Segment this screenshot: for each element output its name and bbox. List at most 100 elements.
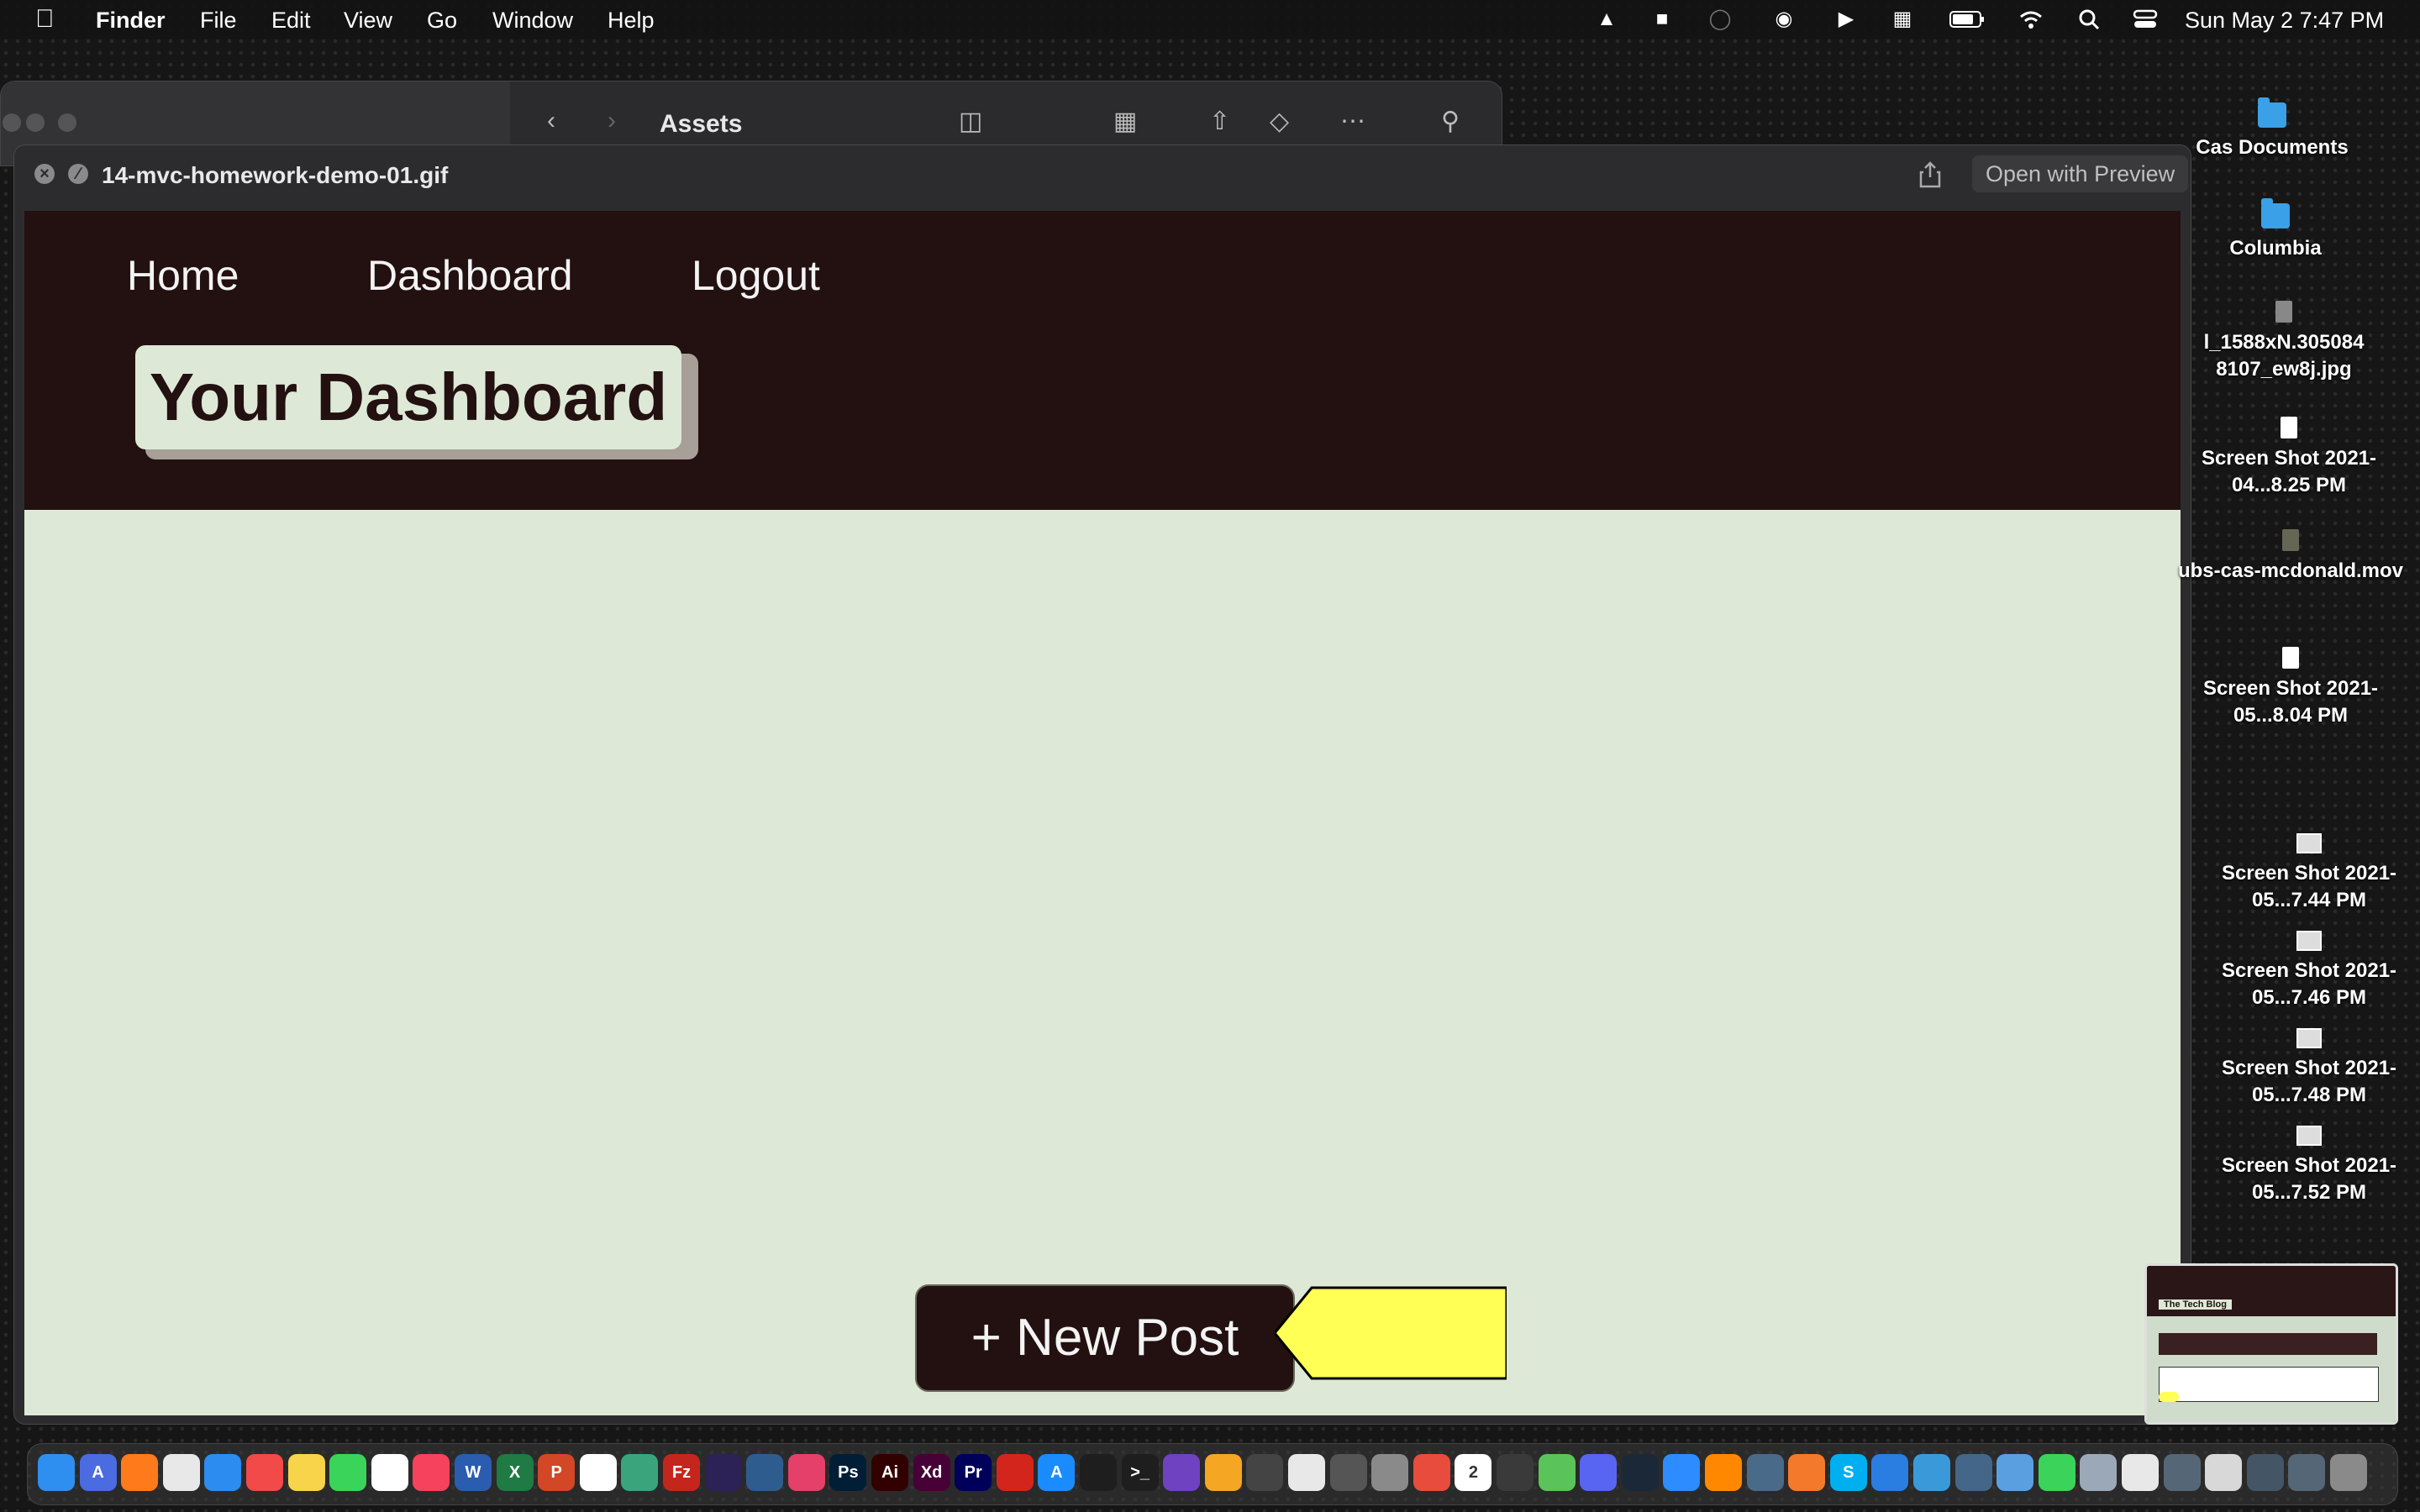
discord-icon[interactable] <box>1580 1454 1618 1491</box>
creative-cloud-status-icon[interactable]: ◯ <box>1707 8 1733 30</box>
unity-icon[interactable] <box>1288 1454 1325 1491</box>
vlc-status-icon[interactable]: ▲ <box>1594 8 1619 30</box>
menu-edit[interactable]: Edit <box>271 8 311 34</box>
firefox-icon[interactable] <box>121 1454 159 1491</box>
control-center-icon[interactable] <box>2133 8 2158 30</box>
zoom-meeting-icon[interactable] <box>1954 1454 1992 1491</box>
menu-app-name[interactable]: Finder <box>96 8 166 34</box>
desktop-item[interactable]: Screen Shot 2021-05...7.46 PM <box>2191 931 2420 1011</box>
search-icon[interactable] <box>2077 8 2102 30</box>
fullscreen-icon[interactable]: ∕ <box>68 164 88 184</box>
premiere-icon[interactable]: Pr <box>955 1454 992 1491</box>
recent-stack-icon[interactable] <box>2288 1454 2326 1491</box>
desktop-item[interactable]: Cas Documents <box>2154 97 2390 161</box>
mosaic-icon[interactable] <box>1246 1454 1284 1491</box>
reminders-icon[interactable] <box>1413 1454 1450 1491</box>
illustrator-icon[interactable]: Ai <box>871 1454 908 1491</box>
nav-dashboard-link[interactable]: Dashboard <box>367 251 573 300</box>
blender-icon[interactable] <box>1788 1454 1826 1491</box>
app-store-icon[interactable]: A <box>1038 1454 1076 1491</box>
close-window-button[interactable] <box>3 113 21 132</box>
screenshot-thumbnail[interactable]: The Tech Blog <box>2144 1263 2398 1425</box>
creative-cloud-icon[interactable] <box>787 1454 825 1491</box>
desktop-item[interactable]: Screen Shot 2021-05...8.04 PM <box>2173 647 2408 729</box>
maps-icon[interactable] <box>1538 1454 1576 1491</box>
zoom-status-icon[interactable]: ■ <box>1649 8 1675 30</box>
slack-icon[interactable] <box>371 1454 408 1491</box>
netnewswire-icon[interactable] <box>1913 1454 1950 1491</box>
messages-icon[interactable] <box>329 1454 367 1491</box>
word-icon[interactable]: W <box>455 1454 492 1491</box>
xd-icon[interactable]: Xd <box>913 1454 950 1491</box>
nav-home-link[interactable]: Home <box>127 251 239 300</box>
chrome-icon[interactable] <box>162 1454 200 1491</box>
tableau-icon[interactable] <box>579 1454 617 1491</box>
photoshop-icon[interactable]: Ps <box>829 1454 867 1491</box>
back-icon[interactable]: ‹ <box>547 107 555 135</box>
new-post-button[interactable]: + New Post <box>915 1284 1295 1392</box>
desktop-item[interactable]: Screen Shot 2021-05...7.52 PM <box>2191 1126 2420 1206</box>
column-view-icon[interactable]: ◫ <box>959 107 982 136</box>
news-icon[interactable] <box>246 1454 283 1491</box>
chatgpt-icon[interactable] <box>621 1454 659 1491</box>
launchpad-icon[interactable]: A <box>79 1454 117 1491</box>
powerpoint-icon[interactable]: P <box>538 1454 576 1491</box>
minimize-window-button[interactable] <box>26 113 45 132</box>
share-icon[interactable] <box>1917 160 1944 189</box>
desktop-item[interactable]: Screen Shot 2021-05...7.48 PM <box>2191 1028 2420 1109</box>
group-view-icon[interactable]: ▦ <box>1113 107 1137 136</box>
share-icon[interactable]: ⇧ <box>1209 107 1230 136</box>
downloads-stack-icon[interactable] <box>2163 1454 2201 1491</box>
display-status-icon[interactable]: ▦ <box>1890 8 1915 30</box>
documents-stack-icon[interactable] <box>2205 1454 2243 1491</box>
visual-studio-icon[interactable] <box>1163 1454 1201 1491</box>
trash-icon[interactable] <box>2330 1454 2367 1491</box>
finder-icon[interactable] <box>38 1454 75 1491</box>
menu-go[interactable]: Go <box>427 8 457 34</box>
menu-file[interactable]: File <box>200 8 237 34</box>
mysql-workbench-icon[interactable] <box>746 1454 784 1491</box>
preview-icon[interactable] <box>2080 1454 2118 1491</box>
desktop-item[interactable]: ubs-cas-mcdonald.mov <box>2173 529 2408 585</box>
terminal-icon[interactable]: >_ <box>1121 1454 1159 1491</box>
quicktime-icon[interactable] <box>1746 1454 1784 1491</box>
forward-icon[interactable]: › <box>608 107 616 135</box>
eclipse-icon[interactable] <box>704 1454 742 1491</box>
facetime-icon[interactable] <box>2038 1454 2075 1491</box>
tag-icon[interactable]: ◇ <box>1270 107 1289 136</box>
notes-icon[interactable] <box>287 1454 325 1491</box>
desktop-item[interactable]: l_1588xN.305084 8107_ew8j.jpg <box>2166 301 2402 383</box>
zoom-window-button[interactable] <box>58 113 76 132</box>
nav-logout-link[interactable]: Logout <box>692 251 820 300</box>
finder-search-icon[interactable]: ⚲ <box>1441 107 1460 136</box>
menu-help[interactable]: Help <box>608 8 655 34</box>
play-status-icon[interactable]: ▶ <box>1833 8 1859 30</box>
menu-view[interactable]: View <box>344 8 392 34</box>
filezilla-icon[interactable]: Fz <box>663 1454 700 1491</box>
more-actions-icon[interactable]: ⋯ <box>1340 107 1365 136</box>
battery-icon[interactable] <box>1949 8 1986 30</box>
menu-clock[interactable]: Sun May 2 7:47 PM <box>2185 8 2384 34</box>
desktop-item[interactable]: Screen Shot 2021-04...8.25 PM <box>2171 417 2407 499</box>
adobe-cc-status-icon[interactable]: ◉ <box>1771 8 1797 30</box>
skype-icon[interactable]: S <box>1829 1454 1867 1491</box>
excel-icon[interactable]: X <box>496 1454 534 1491</box>
music-icon[interactable] <box>413 1454 450 1491</box>
close-icon[interactable]: × <box>34 164 55 184</box>
calendar-icon[interactable]: 2 <box>1455 1454 1492 1491</box>
safari-icon[interactable] <box>204 1454 242 1491</box>
photos-icon[interactable] <box>1204 1454 1242 1491</box>
desktop-stack-icon[interactable] <box>2246 1454 2284 1491</box>
textedit-icon[interactable] <box>2122 1454 2159 1491</box>
steam-icon[interactable] <box>1621 1454 1659 1491</box>
wifi-icon[interactable] <box>2018 8 2044 30</box>
calculator-icon[interactable] <box>1497 1454 1534 1491</box>
system-prefs-icon[interactable] <box>1371 1454 1409 1491</box>
acrobat-icon[interactable] <box>996 1454 1034 1491</box>
desktop-item[interactable]: Columbia <box>2158 198 2393 262</box>
apple-menu-icon[interactable]:  <box>35 5 55 34</box>
activity-monitor-icon[interactable] <box>1080 1454 1117 1491</box>
zoom-icon[interactable] <box>1663 1454 1701 1491</box>
chess-icon[interactable] <box>1329 1454 1367 1491</box>
desktop-item[interactable]: Screen Shot 2021-05...7.44 PM <box>2191 833 2420 914</box>
